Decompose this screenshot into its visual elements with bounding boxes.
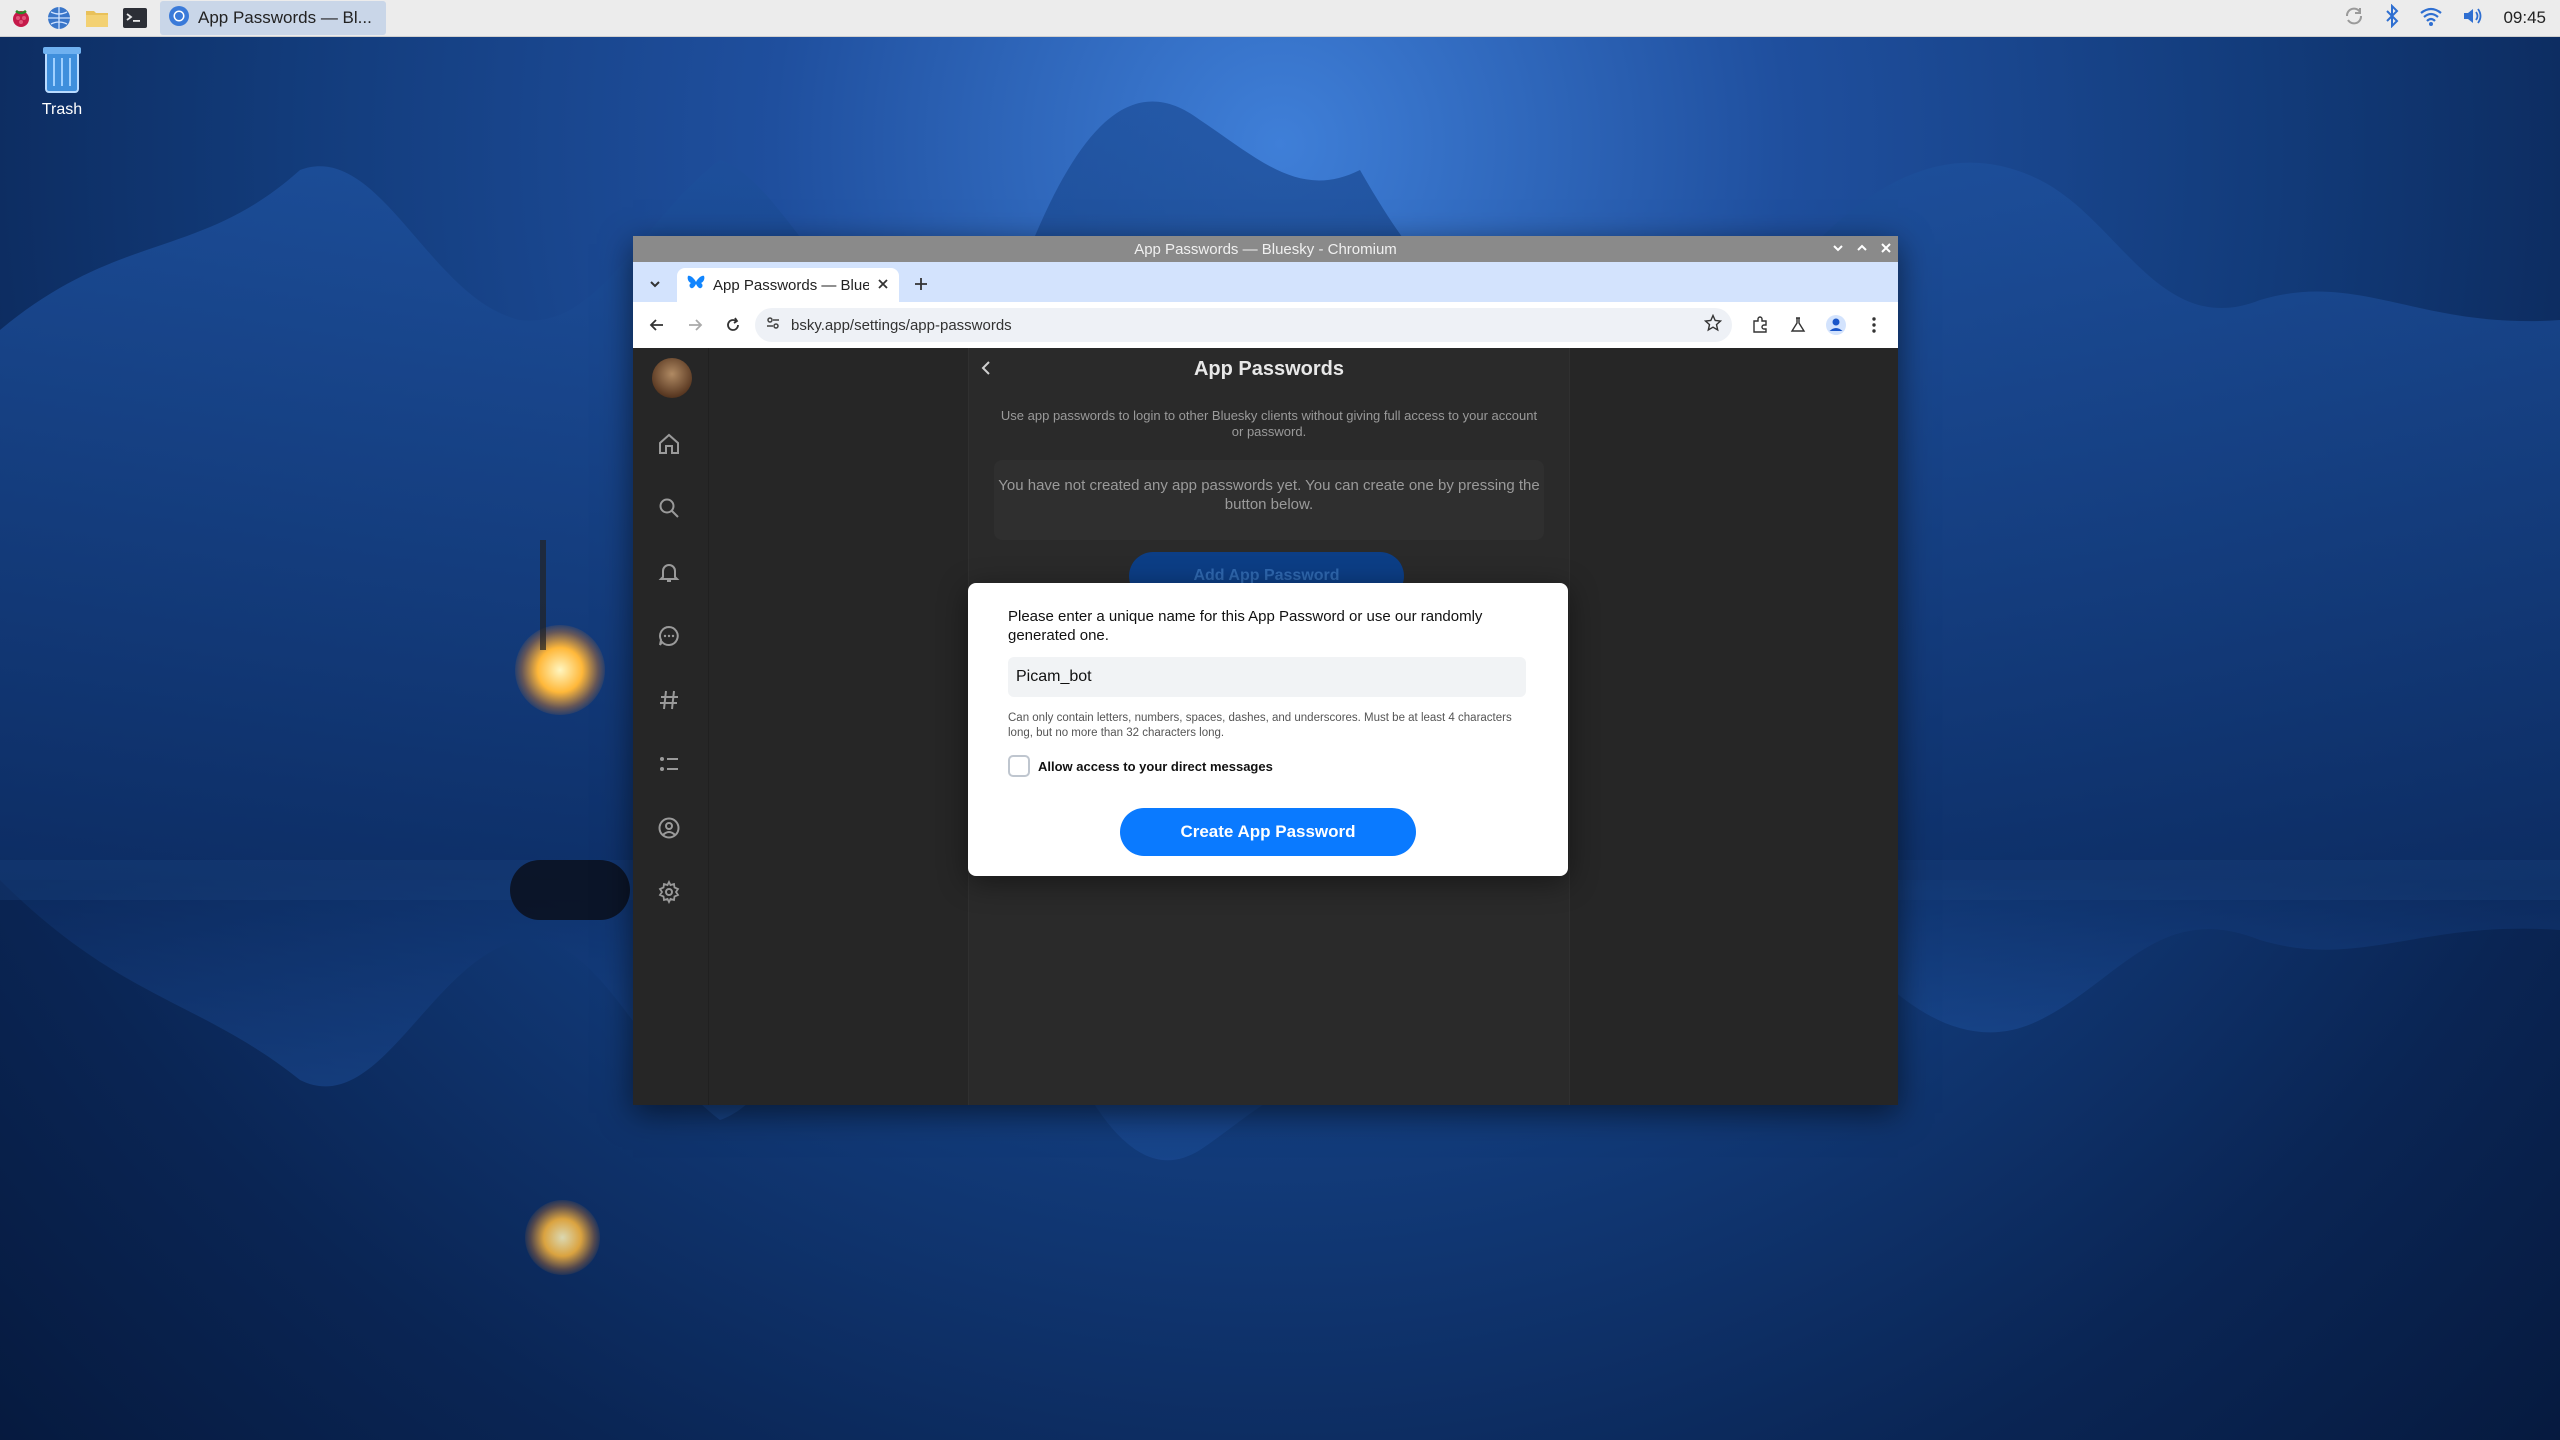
- trash-label: Trash: [41, 101, 83, 118]
- profile-avatar-icon[interactable]: [1820, 309, 1852, 341]
- dm-access-checkbox[interactable]: [1008, 755, 1030, 777]
- tab-close-icon[interactable]: [877, 277, 889, 294]
- name-requirements-hint: Can only contain letters, numbers, space…: [1008, 712, 1512, 739]
- address-bar[interactable]: bsky.app/settings/app-passwords: [755, 308, 1732, 342]
- terminal-icon[interactable]: [118, 1, 152, 35]
- reload-icon[interactable]: [717, 309, 749, 341]
- tab-strip: App Passwords — Bluesky: [633, 262, 1898, 302]
- extensions-icon[interactable]: [1744, 309, 1776, 341]
- tab-title: App Passwords — Bluesky: [713, 276, 869, 294]
- sync-icon[interactable]: [2343, 5, 2365, 32]
- list-icon[interactable]: [653, 748, 685, 780]
- wifi-icon[interactable]: [2419, 5, 2443, 32]
- chromium-icon: [168, 5, 190, 32]
- trash-icon: [30, 42, 94, 101]
- page-description: Use app passwords to login to other Blue…: [1000, 408, 1538, 439]
- dialog-prompt: Please enter a unique name for this App …: [1008, 608, 1483, 644]
- browser-toolbar: bsky.app/settings/app-passwords: [633, 302, 1898, 349]
- dm-access-checkbox-row[interactable]: Allow access to your direct messages: [1008, 755, 1273, 777]
- taskbar: App Passwords — Bl... 09:45: [0, 0, 2560, 37]
- close-icon[interactable]: [1880, 241, 1892, 258]
- hashtag-icon[interactable]: [653, 684, 685, 716]
- home-icon[interactable]: [653, 428, 685, 460]
- site-info-icon[interactable]: [765, 315, 781, 335]
- maximize-icon[interactable]: [1856, 241, 1868, 258]
- user-avatar[interactable]: [652, 358, 692, 398]
- bluesky-butterfly-icon: [687, 275, 705, 295]
- bluetooth-icon[interactable]: [2383, 3, 2401, 33]
- clock[interactable]: 09:45: [2503, 8, 2546, 28]
- back-arrow-icon[interactable]: [641, 309, 673, 341]
- desktop-trash[interactable]: Trash: [30, 42, 94, 119]
- window-titlebar[interactable]: App Passwords — Bluesky - Chromium: [633, 236, 1898, 262]
- forward-arrow-icon[interactable]: [679, 309, 711, 341]
- bookmark-star-icon[interactable]: [1703, 313, 1723, 336]
- raspberry-menu-icon[interactable]: [4, 1, 38, 35]
- system-tray: 09:45: [2343, 0, 2546, 36]
- app-password-name-input[interactable]: [1008, 657, 1526, 697]
- web-browser-icon[interactable]: [42, 1, 76, 35]
- create-app-password-button[interactable]: Create App Password: [1120, 808, 1416, 856]
- chat-icon[interactable]: [653, 620, 685, 652]
- volume-icon[interactable]: [2461, 5, 2485, 32]
- browser-menu-icon[interactable]: [1858, 309, 1890, 341]
- create-app-password-dialog: Please enter a unique name for this App …: [968, 583, 1568, 876]
- settings-icon[interactable]: [653, 876, 685, 908]
- taskbar-task-label: App Passwords — Bl...: [198, 8, 372, 27]
- taskbar-task-chromium[interactable]: App Passwords — Bl...: [160, 1, 386, 35]
- left-nav: [633, 348, 709, 1105]
- bell-icon[interactable]: [653, 556, 685, 588]
- tab-app-passwords[interactable]: App Passwords — Bluesky: [677, 268, 899, 302]
- page-title: App Passwords: [1193, 358, 1345, 380]
- settings-column: App Passwords Use app passwords to login…: [968, 348, 1570, 1105]
- dm-access-label: Allow access to your direct messages: [1038, 758, 1273, 774]
- minimize-icon[interactable]: [1832, 241, 1844, 258]
- wallpaper-lantern: [515, 625, 605, 715]
- page-content: App Passwords Use app passwords to login…: [633, 348, 1898, 1105]
- window-controls: [1832, 236, 1892, 262]
- wallpaper-lantern-reflection: [525, 1200, 600, 1275]
- url-text: bsky.app/settings/app-passwords: [791, 316, 1012, 334]
- browser-window: App Passwords — Bluesky - Chromium App P…: [633, 236, 1898, 1105]
- file-manager-icon[interactable]: [80, 1, 114, 35]
- tab-search-icon[interactable]: [639, 268, 671, 300]
- empty-state-message: You have not created any app passwords y…: [994, 460, 1544, 540]
- search-icon[interactable]: [653, 492, 685, 524]
- new-tab-icon[interactable]: [905, 268, 937, 300]
- labs-flask-icon[interactable]: [1782, 309, 1814, 341]
- window-title: App Passwords — Bluesky - Chromium: [1134, 240, 1397, 258]
- profile-icon[interactable]: [653, 812, 685, 844]
